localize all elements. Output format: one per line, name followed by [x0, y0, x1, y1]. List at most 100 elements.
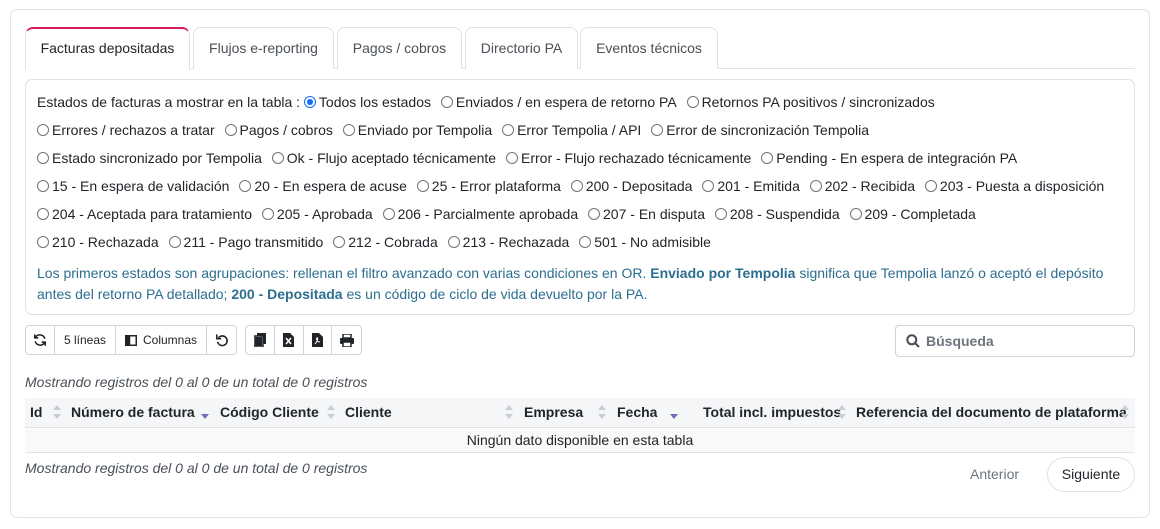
search-input[interactable] — [926, 330, 1126, 352]
radio-icon — [271, 152, 284, 164]
radio-option[interactable]: 206 - Parcialmente aprobada — [382, 204, 579, 224]
excel-button[interactable] — [275, 326, 304, 354]
radio-option[interactable]: Retornos PA positivos / sincronizados — [686, 92, 935, 112]
radio-option[interactable]: 25 - Error plataforma — [416, 176, 561, 196]
radio-option[interactable]: 208 - Suspendida — [714, 204, 840, 224]
radio-option[interactable]: 210 - Rechazada — [37, 232, 159, 252]
refresh-button[interactable] — [26, 326, 55, 354]
radio-option[interactable]: 211 - Pago transmitido — [168, 232, 323, 252]
radio-option[interactable]: 200 - Depositada — [570, 176, 693, 196]
radio-icon — [440, 96, 453, 108]
column-header-referencia[interactable]: Referencia del documento de plataforma — [856, 398, 1127, 428]
radio-label: 501 - No admisible — [594, 234, 711, 250]
radio-label: 200 - Depositada — [585, 178, 693, 194]
column-header-id[interactable]: Id — [30, 398, 42, 428]
column-header-codigo-cliente[interactable]: Código Cliente — [220, 398, 319, 428]
radio-icon — [447, 236, 460, 248]
radio-label: 206 - Parcialmente aprobada — [397, 206, 579, 222]
search-icon — [906, 334, 920, 348]
column-header-numero-factura[interactable]: Número de factura — [71, 398, 195, 428]
radio-option[interactable]: Enviados / en espera de retorno PA — [440, 92, 677, 112]
radio-option[interactable]: 203 - Puesta a disposición — [924, 176, 1104, 196]
radio-label: Retornos PA positivos / sincronizados — [701, 94, 935, 110]
radio-option[interactable]: 20 - En espera de acuse — [239, 176, 407, 196]
radio-label: 201 - Emitida — [717, 178, 800, 194]
radio-option[interactable]: Error Tempolia / API — [502, 120, 641, 140]
reset-button[interactable] — [207, 326, 236, 354]
radio-label: Pending - En espera de integración PA — [776, 150, 1018, 166]
radio-option[interactable]: Enviado por Tempolia — [342, 120, 492, 140]
radio-option[interactable]: 207 - En disputa — [588, 204, 705, 224]
radio-option[interactable]: 15 - En espera de validación — [37, 176, 229, 196]
radio-option[interactable]: Errores / rechazos a tratar — [37, 120, 215, 140]
radio-option[interactable]: Error - Flujo rechazado técnicamente — [506, 148, 751, 168]
page-length-button[interactable]: 5 líneas — [55, 326, 116, 354]
refresh-icon — [33, 334, 47, 346]
column-header-label: Fecha — [617, 404, 658, 420]
radio-icon — [416, 180, 429, 192]
radio-label: 15 - En espera de validación — [52, 178, 230, 194]
radio-option[interactable]: Pagos / cobros — [224, 120, 333, 140]
column-header-label: Empresa — [524, 404, 584, 420]
tab-eventos-tecnicos[interactable]: Eventos técnicos — [580, 27, 718, 69]
next-page-button[interactable]: Siguiente — [1047, 457, 1135, 492]
radio-icon — [702, 180, 715, 192]
radio-icon — [686, 96, 699, 108]
radio-label: Pagos / cobros — [239, 122, 333, 138]
radio-option[interactable]: 501 - No admisible — [579, 232, 711, 252]
column-header-total[interactable]: Total incl. impuestos — [703, 398, 841, 428]
radio-option[interactable]: 213 - Rechazada — [447, 232, 569, 252]
table-toolbar-export — [245, 325, 362, 355]
radio-label: Error de sincronización Tempolia — [666, 122, 870, 138]
radio-option[interactable]: Error de sincronización Tempolia — [651, 120, 869, 140]
print-button[interactable] — [332, 326, 361, 354]
radio-label: 202 - Recibida — [824, 178, 916, 194]
copy-button[interactable] — [246, 326, 275, 354]
radio-icon — [37, 208, 49, 220]
filter-label: Estados de facturas a mostrar en la tabl… — [37, 94, 301, 110]
hint-text: es un código de ciclo de vida devuelto p… — [342, 286, 648, 302]
pdf-button[interactable] — [304, 326, 333, 354]
file-excel-icon — [283, 333, 295, 347]
sort-desc-icon — [201, 405, 209, 421]
radio-icon — [588, 208, 601, 220]
radio-option[interactable]: 205 - Aprobada — [261, 204, 373, 224]
hint-bold: Enviado por Tempolia — [650, 265, 796, 281]
radio-icon — [502, 124, 515, 136]
column-header-fecha[interactable]: Fecha — [617, 398, 657, 428]
tab-pagos-cobros[interactable]: Pagos / cobros — [337, 27, 462, 69]
sort-icon — [598, 405, 606, 421]
radio-label: Error - Flujo rechazado técnicamente — [521, 150, 752, 166]
column-header-cliente[interactable]: Cliente — [345, 398, 392, 428]
tab-directorio-pa[interactable]: Directorio PA — [465, 27, 578, 69]
radio-option[interactable]: Ok - Flujo aceptado técnicamente — [271, 148, 496, 168]
previous-page-button[interactable]: Anterior — [970, 466, 1019, 482]
radio-option[interactable]: 201 - Emitida — [702, 176, 800, 196]
table-empty-row: Ningún dato disponible en esta tabla — [25, 429, 1135, 453]
tab-flujos-e-reporting[interactable]: Flujos e-reporting — [193, 27, 334, 69]
radio-label: Enviados / en espera de retorno PA — [455, 94, 677, 110]
radio-option[interactable]: Todos los estados — [303, 92, 431, 112]
column-header-label: Id — [30, 404, 43, 420]
columns-icon — [124, 334, 137, 346]
radio-label: 205 - Aprobada — [276, 206, 373, 222]
radio-option[interactable]: 202 - Recibida — [809, 176, 916, 196]
radio-option[interactable]: 204 - Aceptada para tratamiento — [37, 204, 252, 224]
radio-icon — [239, 180, 252, 192]
radio-option[interactable]: 212 - Cobrada — [333, 232, 438, 252]
radio-icon — [342, 124, 355, 136]
radio-option[interactable]: Pending - En espera de integración PA — [761, 148, 1017, 168]
radio-icon — [506, 152, 518, 164]
radio-option[interactable]: 209 - Completada — [849, 204, 976, 224]
radio-option[interactable]: Estado sincronizado por Tempolia — [37, 148, 262, 168]
columns-button[interactable]: Columnas — [116, 326, 207, 354]
column-header-label: Cliente — [345, 404, 392, 420]
sort-icon — [505, 405, 513, 421]
radio-label: Errores / rechazos a tratar — [52, 122, 215, 138]
tab-facturas-depositadas[interactable]: Facturas depositadas — [25, 27, 190, 70]
column-header-empresa[interactable]: Empresa — [524, 398, 583, 428]
radio-label: 204 - Aceptada para tratamiento — [52, 206, 253, 222]
radio-icon — [579, 236, 592, 248]
radio-icon — [714, 208, 727, 220]
radio-checked-icon — [303, 96, 316, 108]
